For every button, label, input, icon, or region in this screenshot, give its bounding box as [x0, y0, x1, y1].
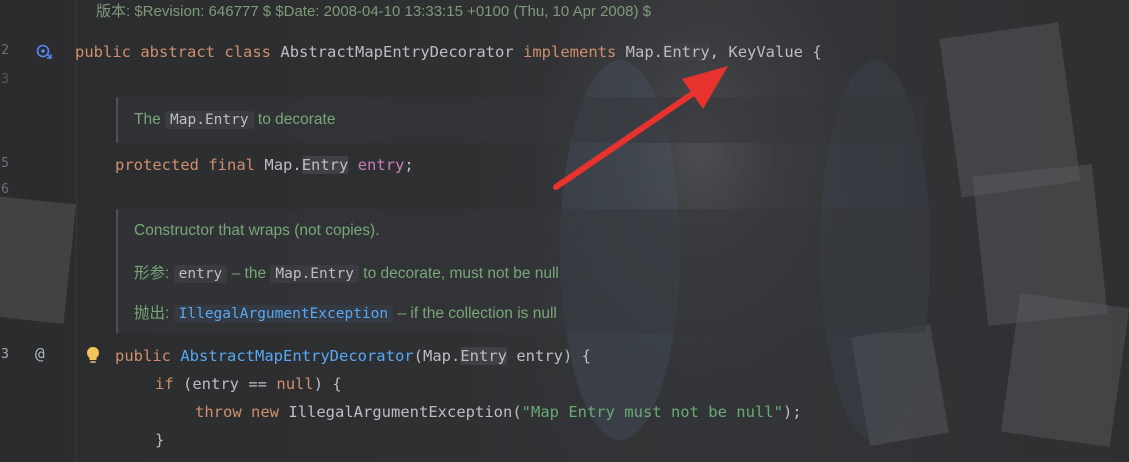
red-arrow-annotation: [553, 66, 728, 190]
